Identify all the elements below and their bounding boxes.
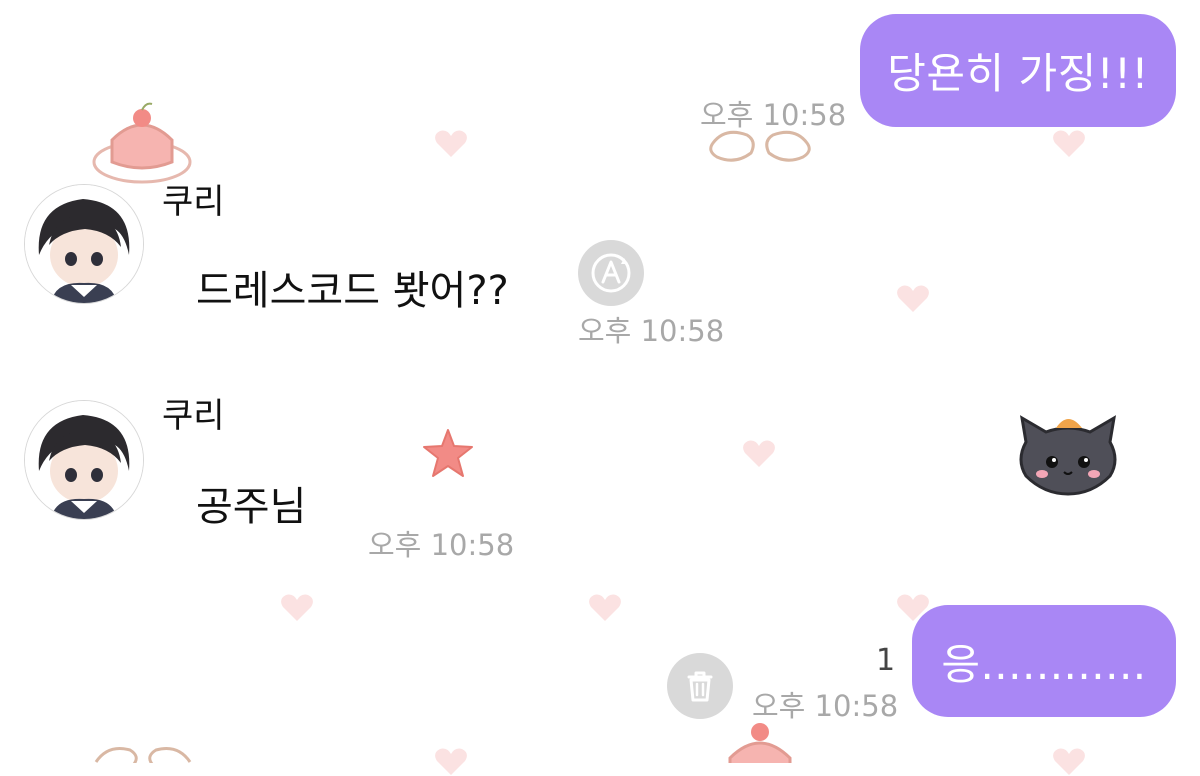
heart-icon bbox=[1053, 130, 1085, 157]
avatar-image bbox=[25, 185, 143, 303]
heart-icon bbox=[743, 440, 775, 467]
sender-name: 쿠리 bbox=[162, 396, 225, 436]
cat-sticker-icon bbox=[1019, 415, 1117, 496]
translate-button[interactable] bbox=[578, 240, 644, 306]
message-timestamp: 오후 10:58 bbox=[700, 98, 847, 132]
message-timestamp: 오후 10:58 bbox=[752, 689, 899, 723]
unread-count: 1 bbox=[876, 643, 896, 678]
star-sticker-icon bbox=[423, 429, 473, 477]
sender-avatar[interactable] bbox=[24, 184, 144, 304]
heart-icon bbox=[589, 594, 621, 621]
outgoing-message-bubble[interactable]: 당욘히 가징!!! bbox=[860, 14, 1176, 127]
wings-sticker-icon bbox=[94, 747, 192, 763]
heart-icon bbox=[435, 130, 467, 157]
outgoing-message-bubble[interactable]: 응............ bbox=[912, 605, 1176, 717]
translate-icon bbox=[591, 253, 631, 293]
trash-icon bbox=[687, 671, 713, 702]
incoming-message-bubble[interactable]: 드레스코드 봣어?? bbox=[196, 258, 509, 316]
incoming-message-bubble[interactable]: 공주님 bbox=[196, 474, 306, 532]
avatar-image bbox=[25, 401, 143, 519]
heart-icon bbox=[897, 285, 929, 312]
heart-icon bbox=[281, 594, 313, 621]
delete-button[interactable] bbox=[667, 653, 733, 719]
sender-avatar[interactable] bbox=[24, 400, 144, 520]
heart-icon bbox=[435, 748, 467, 775]
message-timestamp: 오후 10:58 bbox=[368, 528, 515, 562]
sender-name: 쿠리 bbox=[162, 182, 225, 222]
message-timestamp: 오후 10:58 bbox=[578, 314, 725, 348]
heart-icon bbox=[1053, 748, 1085, 775]
